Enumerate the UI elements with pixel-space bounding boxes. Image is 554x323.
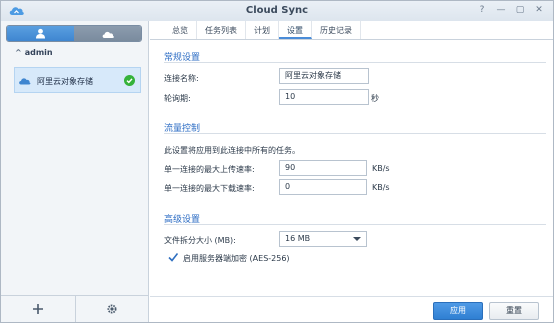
part-size-select[interactable]: 16 MB — [279, 231, 367, 247]
view-switcher — [6, 25, 142, 42]
gear-icon — [107, 304, 117, 314]
tab-task-list[interactable]: 任务列表 — [197, 21, 246, 39]
status-ok-icon — [124, 75, 135, 86]
connection-name-label: 连接名称: — [164, 74, 199, 83]
window-title: Cloud Sync — [245, 5, 309, 16]
connection-item[interactable]: 阿里云对象存储 — [14, 67, 141, 93]
divider — [164, 62, 546, 63]
reset-button[interactable]: 重置 — [489, 302, 539, 320]
maximize-icon[interactable]: ▢ — [514, 4, 526, 17]
polling-unit: 秒 — [371, 94, 379, 103]
divider — [164, 133, 546, 134]
encryption-checkbox[interactable] — [168, 252, 178, 262]
encryption-label: 启用服务器端加密 (AES-256) — [183, 254, 290, 263]
apply-button[interactable]: 应用 — [433, 302, 483, 320]
user-icon — [36, 28, 45, 39]
tab-settings[interactable]: 设置 — [279, 21, 312, 39]
account-group[interactable]: ^ admin — [15, 48, 53, 57]
minimize-icon[interactable]: — — [495, 4, 507, 17]
title-bar: Cloud Sync ? — ▢ ✕ — [1, 1, 553, 21]
settings-button[interactable] — [76, 296, 150, 322]
divider — [164, 224, 546, 225]
download-rate-label: 单一连接的最大下载速率: — [164, 184, 255, 193]
connection-name-input[interactable]: 阿里云对象存储 — [279, 68, 369, 84]
close-icon[interactable]: ✕ — [533, 4, 545, 17]
tab-overview[interactable]: 总览 — [164, 21, 197, 39]
cloud-view-button[interactable] — [74, 26, 141, 41]
upload-rate-unit: KB/s — [372, 164, 390, 173]
tab-bar: 总览 任务列表 计划 设置 历史记录 — [150, 21, 553, 40]
polling-period-input[interactable]: 10 — [279, 89, 369, 105]
plus-icon — [32, 304, 43, 314]
tab-schedule[interactable]: 计划 — [246, 21, 279, 39]
account-name: admin — [24, 48, 53, 57]
part-size-label: 文件拆分大小 (MB): — [164, 236, 236, 245]
polling-period-label: 轮询期: — [164, 94, 191, 103]
upload-rate-label: 单一连接的最大上传速率: — [164, 165, 255, 174]
settings-panel: 常规设置 连接名称: 阿里云对象存储 轮询期: 10 秒 流量控制 此设置将应用… — [150, 41, 553, 296]
user-view-button[interactable] — [7, 26, 74, 41]
upload-rate-input[interactable]: 90 — [279, 160, 367, 176]
cloud-icon — [102, 31, 114, 38]
part-size-value: 16 MB — [285, 234, 311, 243]
sidebar-toolbar — [1, 295, 149, 322]
cloud-sync-window: Cloud Sync ? — ▢ ✕ ^ admin 阿里云对象存储 总览 任务… — [0, 0, 554, 323]
footer-bar: 应用 重置 — [150, 296, 553, 322]
connection-name: 阿里云对象存储 — [37, 77, 93, 86]
chevron-up-icon: ^ — [15, 48, 22, 57]
sidebar: ^ admin 阿里云对象存储 — [1, 21, 149, 322]
help-icon[interactable]: ? — [476, 4, 488, 17]
add-connection-button[interactable] — [1, 296, 76, 322]
tab-history[interactable]: 历史记录 — [312, 21, 361, 39]
cloud-icon — [19, 78, 31, 85]
download-rate-unit: KB/s — [372, 183, 390, 192]
traffic-description: 此设置将应用到此连接中所有的任务。 — [164, 146, 300, 155]
download-rate-input[interactable]: 0 — [279, 179, 367, 195]
chevron-down-icon — [353, 237, 361, 241]
